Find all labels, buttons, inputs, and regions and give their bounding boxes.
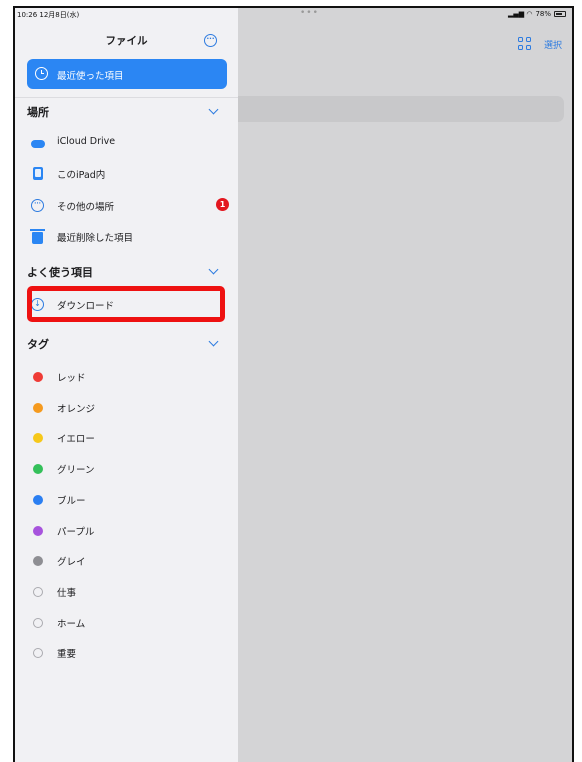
tag-color-icon	[33, 586, 43, 597]
sidebar-item-recents[interactable]: 最近使った項目	[27, 59, 227, 89]
highlight-box	[27, 286, 225, 322]
multitasking-dots[interactable]: •••	[300, 8, 319, 18]
chevron-down-icon[interactable]	[208, 104, 219, 115]
more-options-icon[interactable]: ···	[204, 34, 217, 47]
grid-view-icon[interactable]	[518, 37, 532, 51]
search-field[interactable]	[238, 96, 564, 122]
section-header-tags[interactable]: タグ	[27, 336, 49, 352]
status-time: 10:26 12月8日(水)	[17, 11, 80, 19]
sidebar-item-tag[interactable]: パープル	[27, 520, 227, 542]
sidebar-item-tag[interactable]: ブルー	[27, 489, 227, 511]
status-indicators: ▂▄▆ ◠ 78%	[508, 10, 566, 18]
chevron-down-icon[interactable]	[208, 336, 219, 347]
chevron-down-icon[interactable]	[208, 264, 219, 275]
status-bar: 10:26 12月8日(水) ••• ▂▄▆ ◠ 78%	[15, 8, 572, 22]
sidebar-item-tag[interactable]: イエロー	[27, 427, 227, 449]
section-header-favorites[interactable]: よく使う項目	[27, 264, 93, 280]
select-button[interactable]: 選択	[544, 38, 562, 51]
sidebar-item-tag[interactable]: 重要	[27, 642, 227, 664]
divider	[15, 97, 238, 98]
tag-color-icon	[33, 525, 43, 536]
signal-wifi-icon: ▂▄▆ ◠	[507, 10, 533, 18]
sidebar-item-tag[interactable]: レッド	[27, 366, 227, 388]
tag-color-icon	[33, 402, 43, 413]
clock-icon	[35, 67, 48, 80]
ipad-icon	[33, 167, 43, 180]
sidebar-item-other-locations[interactable]: ··· その他の場所 1	[27, 195, 229, 217]
tag-color-icon	[33, 556, 43, 567]
sidebar-item-icloud-drive[interactable]: iCloud Drive	[27, 132, 227, 154]
tag-color-icon	[33, 433, 43, 444]
sidebar-item-tag[interactable]: 仕事	[27, 581, 227, 603]
section-header-locations[interactable]: 場所	[27, 104, 49, 120]
tag-color-icon	[33, 494, 43, 505]
sidebar: ファイル ··· 最近使った項目 場所 iCloud Drive このiPad内…	[15, 8, 238, 762]
sidebar-item-tag[interactable]: オレンジ	[27, 397, 227, 419]
main-toolbar: 選択	[238, 28, 572, 68]
trash-icon	[30, 229, 45, 244]
sidebar-item-recently-deleted[interactable]: 最近削除した項目	[27, 226, 227, 248]
battery-icon	[554, 11, 566, 17]
tag-color-icon	[33, 648, 43, 659]
tag-color-icon	[33, 372, 43, 382]
sidebar-item-on-my-ipad[interactable]: このiPad内	[27, 163, 227, 185]
tag-color-icon	[33, 464, 43, 475]
tag-color-icon	[33, 617, 43, 628]
icloud-icon	[31, 140, 45, 148]
sidebar-item-tag[interactable]: グレイ	[27, 550, 227, 572]
sidebar-item-tag[interactable]: グリーン	[27, 458, 227, 480]
more-circle-icon: ···	[31, 199, 44, 212]
ipad-screen: 選択 ファイル ··· 最近使った項目 場所 iCloud Drive このiP…	[13, 6, 574, 762]
battery-percent: 78%	[535, 10, 551, 18]
sidebar-item-tag[interactable]: ホーム	[27, 612, 227, 634]
notification-badge: 1	[216, 198, 229, 211]
